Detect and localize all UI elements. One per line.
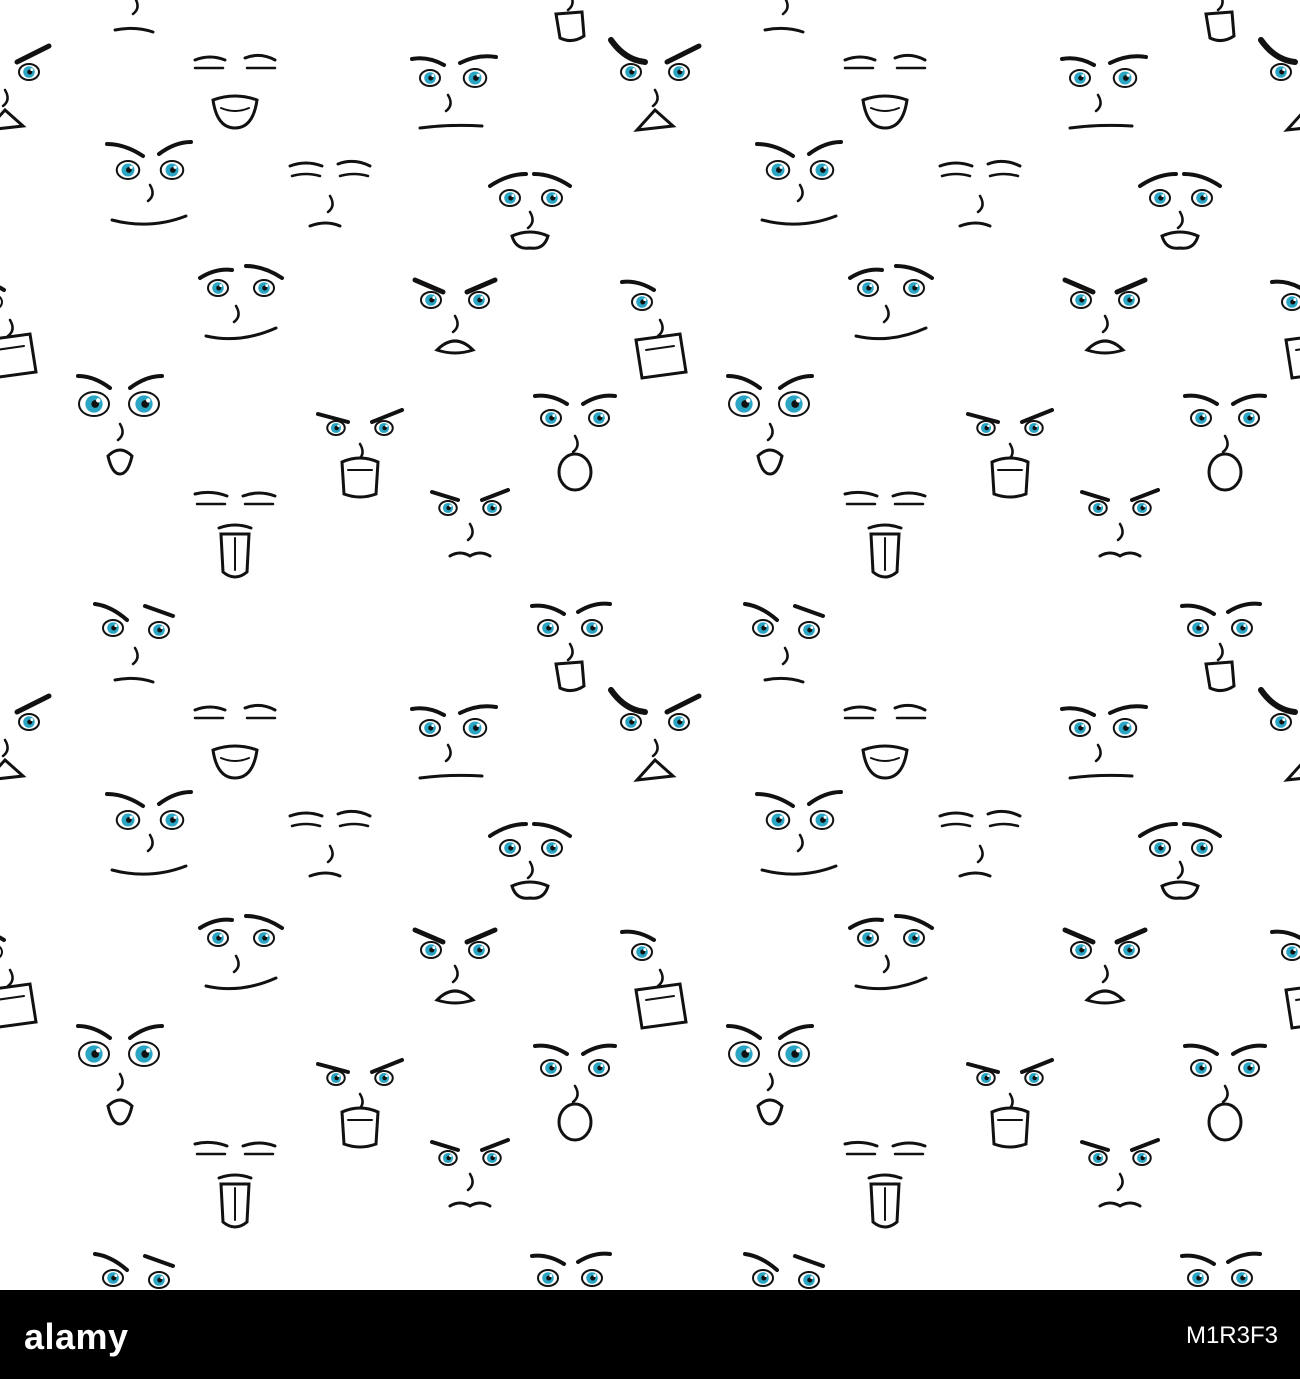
footer-bar: alamy M1R3F3 — [0, 1290, 1300, 1379]
face-pouting — [430, 1138, 510, 1208]
face-side-eye — [410, 54, 498, 130]
face-furious — [1258, 687, 1300, 782]
image-code: M1R3F3 — [1185, 1322, 1278, 1349]
face-cheeky — [530, 1251, 612, 1287]
faces-pattern-svg — [0, 0, 1300, 1289]
face-shouting — [0, 285, 38, 379]
face-angry-frown — [1062, 927, 1148, 1005]
face-worried — [105, 140, 193, 226]
face-scared — [726, 1024, 814, 1126]
face-side-eye — [1060, 704, 1148, 780]
face-tongue-out — [843, 490, 927, 579]
face-grimace — [488, 822, 572, 900]
face-shocked — [533, 393, 617, 492]
face-shouting — [1270, 279, 1300, 380]
face-shouting — [620, 279, 688, 380]
face-shocked — [1183, 393, 1267, 492]
face-squint-smirk — [288, 159, 372, 228]
face-furious — [1258, 37, 1300, 132]
face-furious — [608, 37, 702, 132]
face-suspicious — [93, 602, 175, 684]
face-yelling — [316, 1058, 404, 1149]
face-cheeky — [554, 0, 586, 43]
face-grimace — [1138, 822, 1222, 900]
face-worried — [755, 790, 843, 876]
face-pouting — [1080, 488, 1160, 558]
face-sly — [198, 914, 284, 991]
face-tongue-out — [193, 1140, 277, 1229]
face-angry-frown — [412, 277, 498, 355]
face-shocked — [1183, 1043, 1267, 1142]
face-furious — [0, 693, 52, 781]
face-squint-smirk — [938, 159, 1022, 228]
alamy-logo: alamy — [24, 1316, 129, 1357]
face-tongue-out — [843, 1140, 927, 1229]
face-worried — [755, 140, 843, 226]
face-yelling — [316, 408, 404, 499]
face-suspicious — [93, 1252, 175, 1289]
face-wink-smile — [193, 53, 277, 130]
face-pouting — [430, 488, 510, 558]
face-yelling — [966, 1058, 1054, 1149]
face-sly — [198, 264, 284, 341]
face-scared — [76, 1024, 164, 1126]
face-sly — [848, 264, 934, 341]
face-squint-smirk — [288, 809, 372, 878]
face-cheeky — [1204, 0, 1236, 43]
face-wink-smile — [843, 703, 927, 780]
face-shouting — [0, 935, 38, 1029]
face-cheeky — [1180, 601, 1262, 693]
face-side-eye — [410, 704, 498, 780]
face-shouting — [620, 929, 688, 1030]
face-angry-frown — [1062, 277, 1148, 355]
face-scared — [76, 374, 164, 476]
face-scared — [726, 374, 814, 476]
face-wink-smile — [193, 703, 277, 780]
face-worried — [105, 790, 193, 876]
face-grimace — [1138, 172, 1222, 250]
face-shouting — [1270, 929, 1300, 1030]
face-cheeky — [530, 601, 612, 693]
face-shocked — [533, 1043, 617, 1142]
face-furious — [608, 687, 702, 782]
face-grimace — [488, 172, 572, 250]
face-pouting — [1080, 1138, 1160, 1208]
face-cheeky — [1180, 1251, 1262, 1287]
faces-pattern — [0, 0, 1300, 1290]
face-suspicious — [763, 0, 805, 34]
face-angry-frown — [412, 927, 498, 1005]
face-suspicious — [743, 1252, 825, 1289]
face-side-eye — [1060, 54, 1148, 130]
face-wink-smile — [843, 53, 927, 130]
face-yelling — [966, 408, 1054, 499]
face-tongue-out — [193, 490, 277, 579]
face-furious — [0, 43, 52, 131]
face-squint-smirk — [938, 809, 1022, 878]
face-sly — [848, 914, 934, 991]
face-suspicious — [113, 0, 155, 34]
face-suspicious — [743, 602, 825, 684]
